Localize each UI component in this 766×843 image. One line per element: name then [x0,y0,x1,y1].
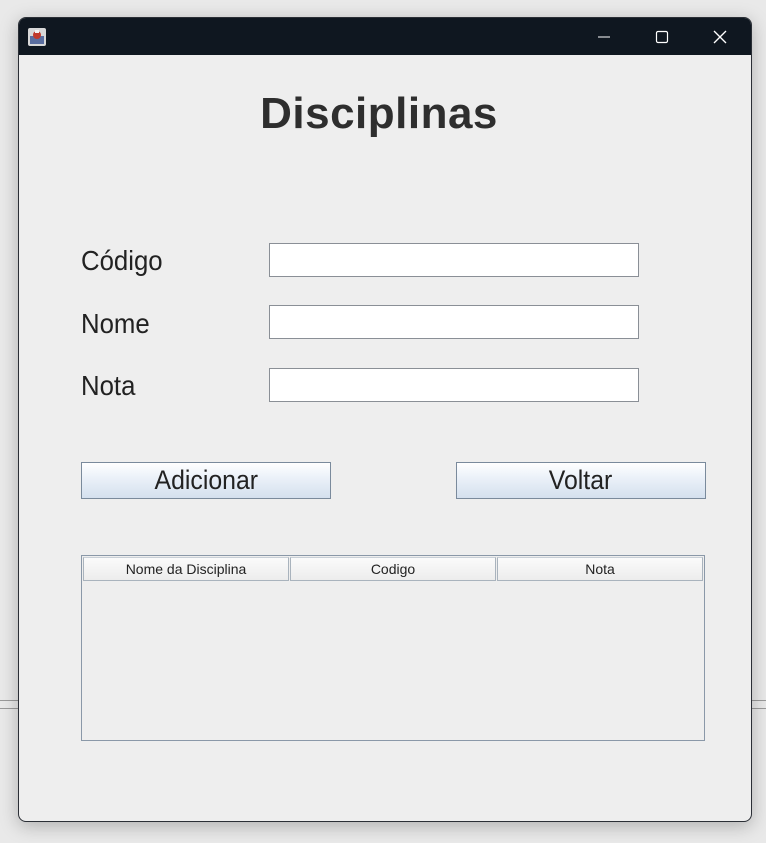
form-panel: Disciplinas Código Nome Nota Adicionar V… [19,55,751,821]
disciplinas-table[interactable]: Nome da Disciplina Codigo Nota [81,555,705,741]
java-app-icon [27,27,47,47]
nome-label: Nome [81,308,150,339]
column-header-nome-da-disciplina[interactable]: Nome da Disciplina [83,557,289,581]
maximize-button[interactable] [633,18,691,55]
column-header-codigo[interactable]: Codigo [290,557,496,581]
page-title: Disciplinas [260,89,498,138]
close-button[interactable] [691,18,749,55]
codigo-label: Código [81,245,163,276]
maximize-icon [655,30,669,44]
nota-label: Nota [81,370,136,401]
codigo-field[interactable] [269,243,639,277]
table-header: Nome da Disciplina Codigo Nota [83,557,704,581]
nota-field[interactable] [269,368,639,402]
nome-field[interactable] [269,305,639,339]
table-body[interactable] [83,582,703,739]
minimize-button[interactable] [575,18,633,55]
close-icon [713,30,727,44]
back-button-label: Voltar [549,465,613,495]
title-bar[interactable] [19,18,751,55]
add-button[interactable]: Adicionar [81,462,331,499]
app-window: Disciplinas Código Nome Nota Adicionar V… [18,17,752,822]
minimize-icon [598,36,610,38]
back-button[interactable]: Voltar [456,462,706,499]
column-header-nota[interactable]: Nota [497,557,703,581]
add-button-label: Adicionar [154,465,258,495]
